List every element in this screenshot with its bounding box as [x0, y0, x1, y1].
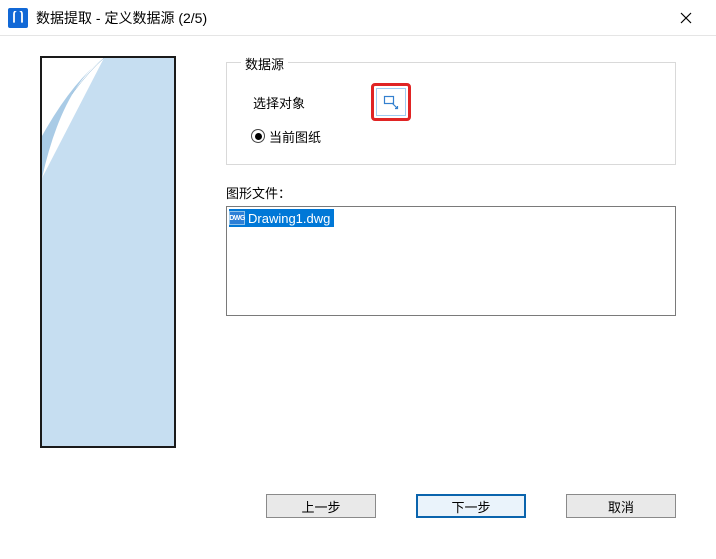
radio-icon	[251, 129, 265, 143]
titlebar: 数据提取 - 定义数据源 (2/5)	[0, 0, 716, 36]
select-objects-label: 选择对象	[241, 93, 371, 112]
main-panel: 数据源 选择对象 当前图纸 图形文件：	[226, 56, 676, 466]
datasource-group: 数据源 选择对象 当前图纸	[226, 62, 676, 165]
window-title: 数据提取 - 定义数据源 (2/5)	[36, 8, 666, 28]
close-icon	[680, 12, 692, 24]
content-area: 数据源 选择对象 当前图纸 图形文件：	[0, 36, 716, 476]
next-button-label: 下一步	[451, 497, 490, 516]
highlight-frame	[371, 83, 411, 121]
select-objects-icon	[383, 94, 399, 110]
dwg-file-icon: DWG	[229, 211, 245, 225]
page-curl-illustration	[42, 58, 174, 446]
current-drawing-label: 当前图纸	[269, 127, 321, 146]
close-button[interactable]	[666, 4, 706, 32]
preview-pane	[40, 56, 176, 448]
files-list[interactable]: DWG Drawing1.dwg	[226, 206, 676, 316]
app-icon	[8, 8, 28, 28]
back-button-label: 上一步	[301, 497, 340, 516]
next-button[interactable]: 下一步	[416, 494, 526, 518]
back-button[interactable]: 上一步	[266, 494, 376, 518]
file-name: Drawing1.dwg	[248, 211, 330, 226]
cancel-button-label: 取消	[608, 497, 634, 516]
cancel-button[interactable]: 取消	[566, 494, 676, 518]
select-objects-button[interactable]	[376, 88, 406, 116]
select-objects-row: 选择对象	[241, 82, 661, 122]
list-item[interactable]: DWG Drawing1.dwg	[229, 209, 334, 227]
datasource-legend: 数据源	[241, 54, 288, 73]
files-label: 图形文件：	[226, 183, 676, 202]
current-drawing-radio[interactable]: 当前图纸	[241, 122, 661, 150]
footer-buttons: 上一步 下一步 取消	[0, 476, 716, 518]
